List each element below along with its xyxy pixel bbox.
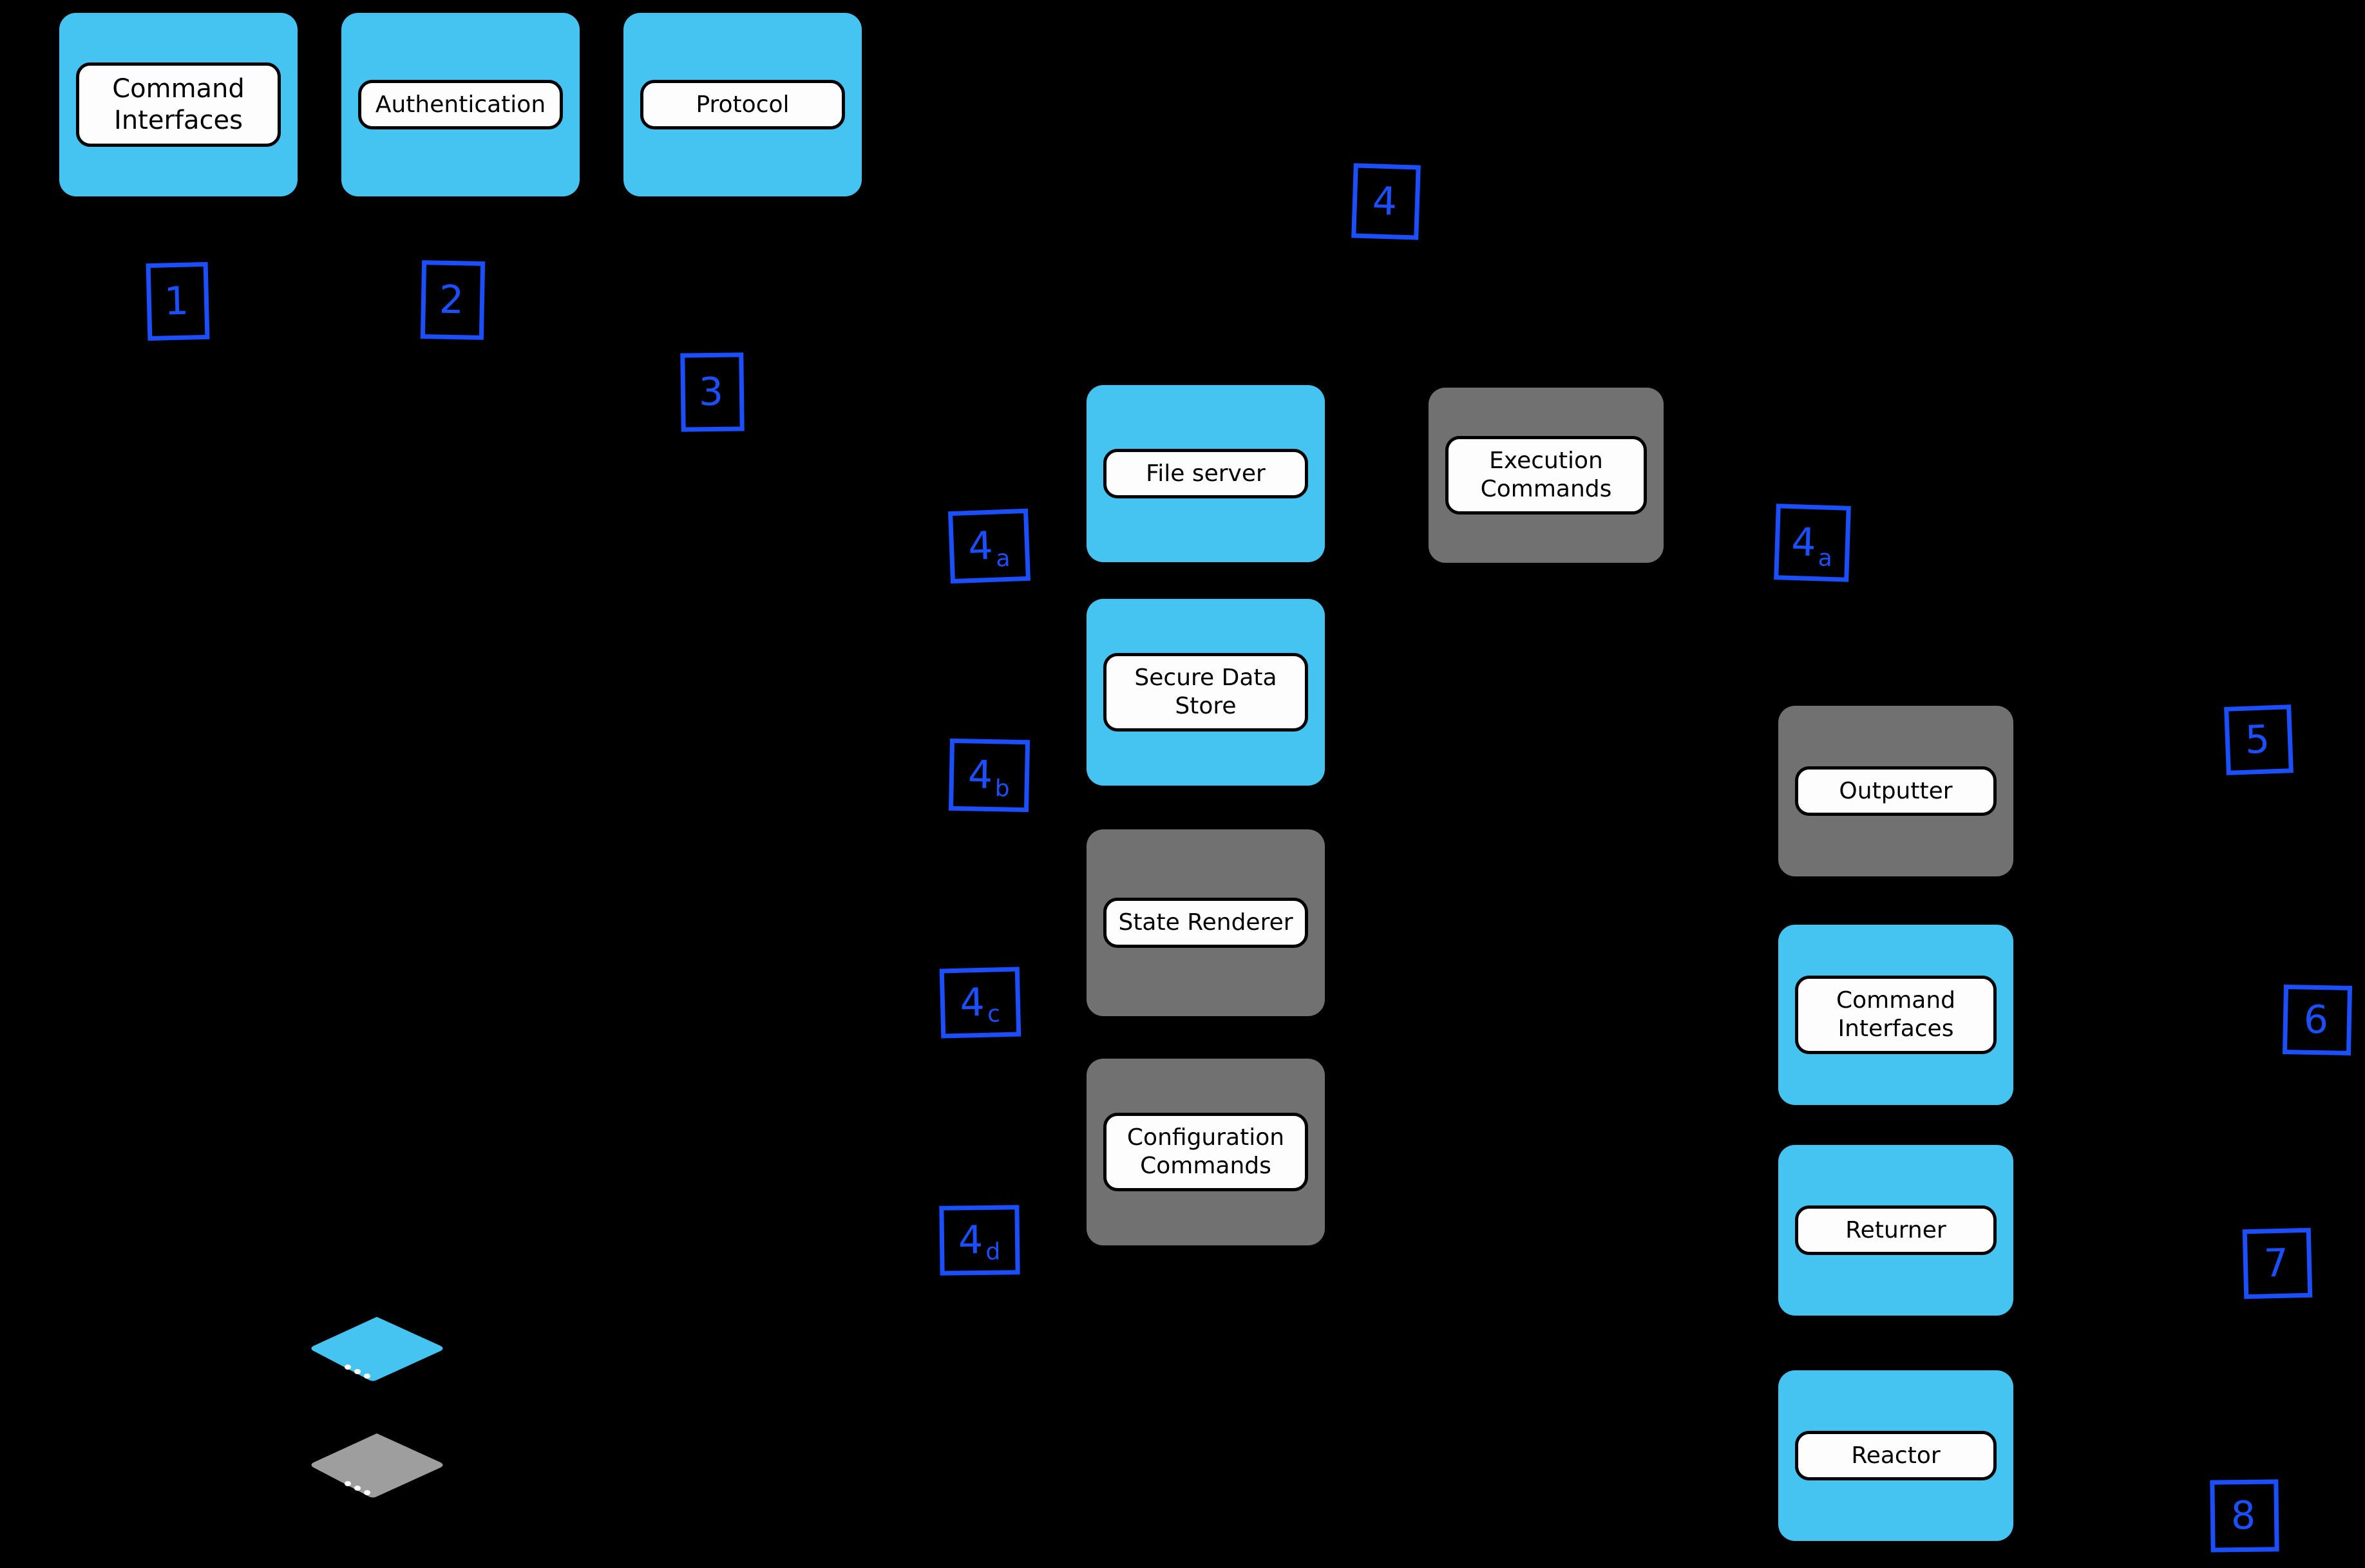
- marker-number: 4: [959, 979, 986, 1026]
- node-secure-data-store[interactable]: Secure Data Store: [1087, 599, 1325, 786]
- annotation-marker-6: 6: [2282, 984, 2353, 1056]
- diagram-canvas: Command Interfaces Authentication Protoc…: [0, 0, 2365, 1568]
- marker-number: 6: [2303, 997, 2330, 1043]
- marker-number: 4: [958, 1217, 984, 1263]
- marker-subscript: a: [1818, 545, 1834, 572]
- node-returner[interactable]: Returner: [1778, 1145, 2013, 1316]
- node-command-interfaces-right[interactable]: Command Interfaces: [1778, 925, 2013, 1105]
- node-label: Authentication: [357, 79, 564, 130]
- annotation-marker-4d: 4d: [939, 1205, 1020, 1276]
- node-command-interfaces-top[interactable]: Command Interfaces: [59, 13, 298, 196]
- node-authentication[interactable]: Authentication: [341, 13, 580, 196]
- node-label: Reactor: [1794, 1430, 1997, 1481]
- node-label: File server: [1103, 448, 1309, 499]
- marker-number: 2: [439, 277, 465, 323]
- node-reactor[interactable]: Reactor: [1778, 1370, 2013, 1541]
- marker-number: 4: [967, 523, 994, 570]
- node-label: Command Interfaces: [1794, 976, 1997, 1054]
- marker-subscript: c: [987, 1001, 1002, 1028]
- isometric-disk-blue-icon: [308, 1316, 446, 1386]
- marker-number: 5: [2244, 717, 2272, 763]
- annotation-marker-4a-right: 4a: [1774, 504, 1851, 582]
- node-label: Configuration Commands: [1103, 1113, 1309, 1191]
- marker-number: 4: [1371, 178, 1399, 225]
- annotation-marker-5: 5: [2224, 704, 2294, 775]
- node-execution-commands[interactable]: Execution Commands: [1429, 388, 1664, 563]
- marker-subscript: b: [994, 775, 1011, 802]
- marker-number: 1: [164, 278, 190, 325]
- isometric-disk-gray-icon: [308, 1432, 446, 1503]
- annotation-marker-3: 3: [680, 352, 745, 432]
- node-label: Secure Data Store: [1103, 653, 1309, 732]
- marker-number: 8: [2230, 1493, 2257, 1539]
- node-label: Protocol: [640, 79, 846, 130]
- annotation-marker-8: 8: [2210, 1479, 2279, 1553]
- annotation-marker-4a-left: 4a: [947, 508, 1031, 584]
- annotation-marker-7: 7: [2242, 1227, 2313, 1299]
- marker-subscript: a: [995, 545, 1012, 572]
- marker-subscript: d: [985, 1238, 1002, 1265]
- node-label: State Renderer: [1103, 898, 1309, 948]
- annotation-marker-4: 4: [1351, 163, 1421, 240]
- marker-number: 4: [1790, 519, 1818, 566]
- marker-number: 4: [967, 752, 994, 798]
- node-configuration-commands[interactable]: Configuration Commands: [1087, 1059, 1325, 1245]
- marker-number: 7: [2263, 1240, 2290, 1287]
- node-label: Returner: [1794, 1205, 1997, 1256]
- annotation-marker-4c: 4c: [939, 967, 1021, 1039]
- annotation-marker-4b: 4b: [948, 738, 1031, 813]
- node-label: Outputter: [1794, 766, 1997, 817]
- node-label: Command Interfaces: [75, 62, 281, 147]
- node-label: Execution Commands: [1445, 436, 1648, 515]
- node-protocol[interactable]: Protocol: [623, 13, 862, 196]
- node-state-renderer[interactable]: State Renderer: [1087, 829, 1325, 1016]
- annotation-marker-1: 1: [146, 261, 210, 341]
- node-outputter[interactable]: Outputter: [1778, 706, 2013, 876]
- marker-number: 3: [698, 369, 725, 415]
- annotation-marker-2: 2: [420, 260, 486, 340]
- node-file-server[interactable]: File server: [1087, 385, 1325, 562]
